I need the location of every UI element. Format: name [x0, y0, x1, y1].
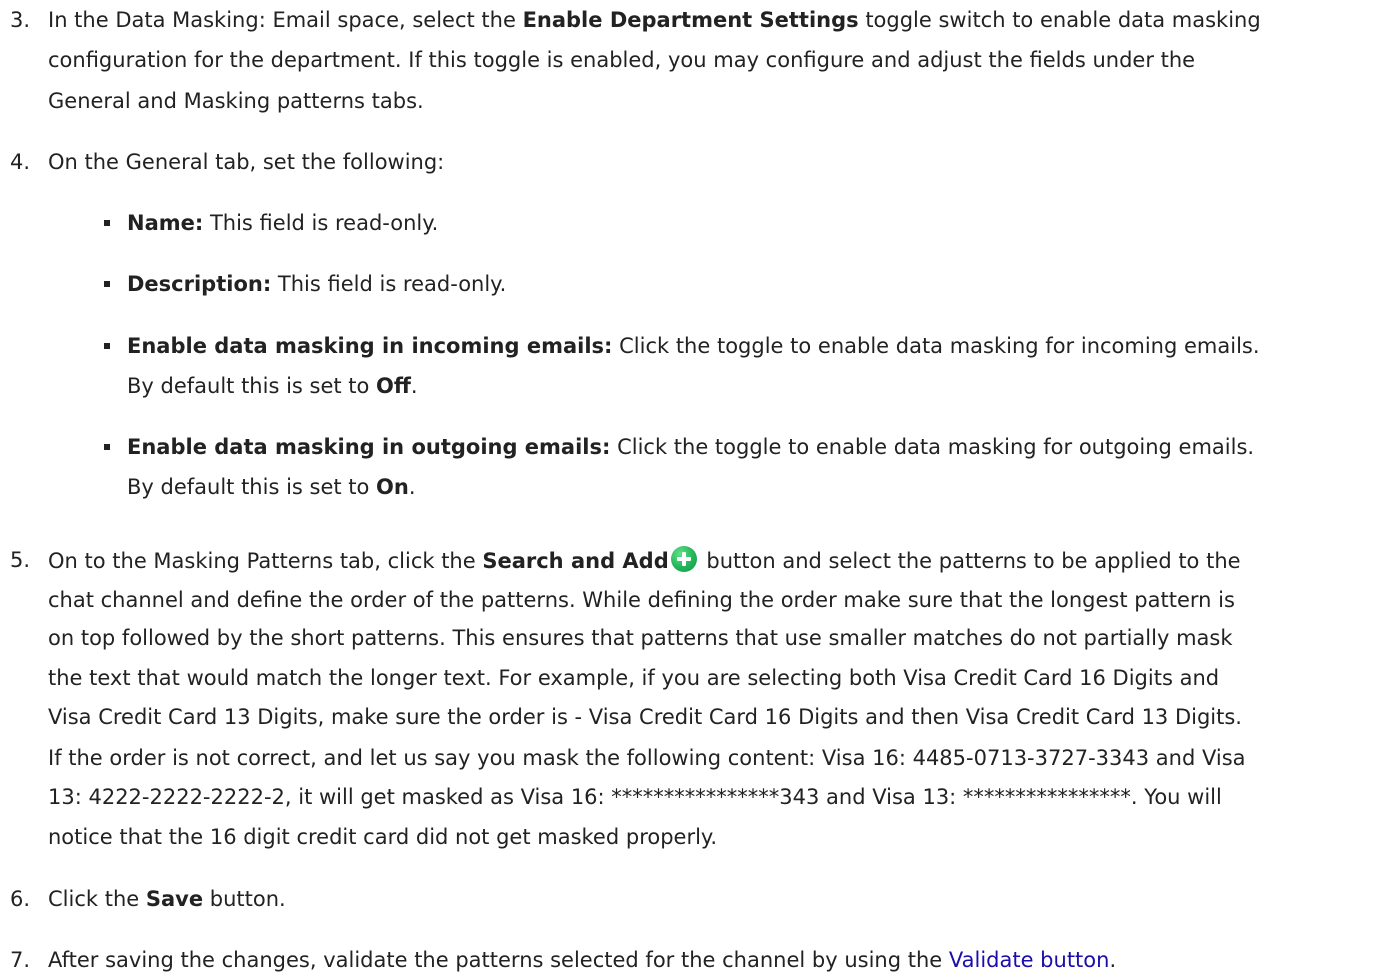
bullet-marker: [104, 444, 110, 450]
step-5-line-5: Visa Credit Card 13 Digits, make sure th…: [48, 705, 1242, 729]
step-5-line-2: chat channel and define the order of the…: [48, 588, 1235, 612]
step-5-line-7: 13: 4222-2222-2222-2, it will get masked…: [48, 785, 1222, 809]
step-number: 7.: [10, 948, 31, 972]
bullet-incoming-default: By default this is set to Off.: [127, 374, 418, 398]
step-number: 4.: [10, 150, 31, 174]
save-label: Save: [145, 887, 204, 911]
step-3-line-1: In the Data Masking: Email space, select…: [48, 8, 1261, 32]
plus-circle-icon: [670, 546, 697, 572]
step-number: 5.: [10, 548, 31, 572]
step-number: 6.: [10, 887, 31, 911]
bullet-description: Description: This field is read-only.: [127, 272, 507, 296]
enable-department-settings-label: Enable Department Settings: [522, 8, 859, 32]
bullet-outgoing: Enable data masking in outgoing emails: …: [127, 435, 1255, 459]
step-7-line-1: After saving the changes, validate the p…: [48, 948, 1117, 972]
step-5-line-1: On to the Masking Patterns tab, click th…: [48, 546, 1241, 574]
step-5-line-8: notice that the 16 digit credit card did…: [48, 825, 718, 849]
step-3-line-2: configuration for the department. If thi…: [48, 48, 1196, 72]
bullet-marker: [104, 281, 110, 287]
step-5-line-3: on top followed by the short patterns. T…: [48, 626, 1233, 650]
step-5-line-6: If the order is not correct, and let us …: [48, 746, 1246, 770]
step-3-line-3: General and Masking patterns tabs.: [48, 89, 424, 113]
step-number: 3.: [10, 8, 31, 32]
validate-button-link[interactable]: Validate button: [949, 948, 1110, 972]
step-6-line-1: Click the Save button.: [48, 887, 286, 911]
bullet-marker: [104, 343, 110, 349]
search-and-add-label: Search and Add: [482, 549, 669, 573]
step-5-line-4: the text that would match the longer tex…: [48, 666, 1220, 690]
step-4-line-1: On the General tab, set the following:: [48, 150, 445, 174]
bullet-marker: [104, 220, 110, 226]
bullet-outgoing-default: By default this is set to On.: [127, 475, 416, 499]
document: 3. In the Data Masking: Email space, sel…: [0, 0, 1386, 977]
bullet-name: Name: This field is read-only.: [127, 211, 439, 235]
bullet-incoming: Enable data masking in incoming emails: …: [127, 334, 1260, 358]
